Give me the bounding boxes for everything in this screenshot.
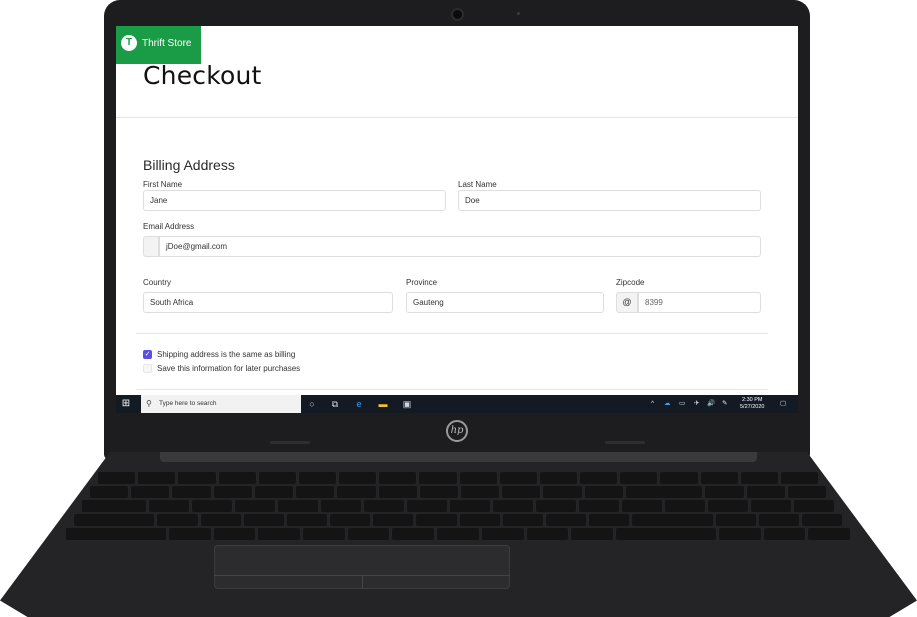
save-info-checkbox[interactable] [143, 364, 152, 373]
keyboard-row-1 [90, 486, 826, 498]
save-info-label: Save this information for later purchase… [157, 364, 301, 373]
keyboard-row-4 [66, 528, 851, 540]
email-field[interactable]: jDoe@gmail.com [159, 236, 761, 257]
onedrive-icon[interactable]: ☁ [664, 395, 671, 413]
clock-time: 2:30 PM [741, 397, 763, 403]
volume-icon[interactable]: 🔊 [707, 395, 715, 413]
zipcode-prefix: @ [616, 292, 638, 313]
last-name-field[interactable]: Doe [458, 190, 761, 211]
hp-logo: hp [446, 420, 468, 442]
header-divider [116, 117, 798, 118]
file-explorer-icon[interactable]: ▬ [376, 397, 390, 411]
keyboard-row-2 [82, 500, 834, 512]
first-name-field[interactable]: Jane [143, 190, 446, 211]
keyboard-row-3 [74, 514, 843, 526]
zipcode-label: Zipcode [616, 278, 645, 287]
first-name-label: First Name [143, 180, 183, 189]
windows-taskbar: ⊞ ⚲ Type here to search ○ ⧉ e ▬ ▣ ^ ☁ ▭ … [116, 395, 798, 413]
taskbar-search-placeholder: Type here to search [159, 400, 217, 407]
store-icon[interactable]: ▣ [400, 397, 414, 411]
windows-start-icon[interactable]: ⊞ [120, 398, 132, 410]
keyboard [58, 472, 858, 544]
province-select[interactable]: Gauteng [406, 292, 604, 313]
pen-icon[interactable]: ✎ [722, 395, 727, 413]
webcam [451, 8, 464, 21]
brand-logo-icon: T [121, 35, 137, 51]
check-icon[interactable]: ✓ [143, 350, 152, 359]
page-title: Checkout [143, 61, 262, 90]
same-address-label: Shipping address is the same as billing [157, 350, 296, 359]
same-address-option[interactable]: ✓ Shipping address is the same as billin… [143, 350, 295, 359]
hinge-left [270, 441, 310, 444]
clock-date: 5/27/2020 [740, 404, 765, 410]
taskbar-search-box[interactable]: ⚲ Type here to search [141, 395, 301, 413]
taskbar-clock[interactable]: 2:30 PM 5/27/2020 [740, 397, 764, 411]
bottom-divider [136, 389, 768, 390]
webcam-indicator [517, 12, 520, 15]
keyboard-row-fn [98, 472, 819, 484]
country-label: Country [143, 278, 172, 287]
notification-icon[interactable]: ▢ [780, 395, 786, 413]
brand-name: Thrift Store [142, 37, 192, 49]
billing-section-title: Billing Address [143, 157, 235, 173]
zipcode-field[interactable]: 8399 [638, 292, 761, 313]
screen: T Thrift Store Checkout Billing Address … [116, 26, 798, 413]
battery-icon[interactable]: ▭ [679, 395, 685, 413]
search-icon: ⚲ [146, 399, 152, 408]
save-info-option[interactable]: Save this information for later purchase… [143, 364, 300, 373]
email-addon [143, 236, 159, 257]
province-label: Province [406, 278, 438, 287]
brand-header[interactable]: T Thrift Store [116, 26, 201, 64]
laptop-hinge-bar [160, 452, 757, 462]
last-name-label: Last Name [458, 180, 497, 189]
form-divider [136, 333, 768, 334]
task-view-icon[interactable]: ⧉ [328, 397, 342, 411]
network-icon[interactable]: ✈ [694, 395, 699, 413]
email-label: Email Address [143, 222, 195, 231]
country-select[interactable]: South Africa [143, 292, 393, 313]
touchpad-button-split [362, 575, 363, 589]
cortana-icon[interactable]: ○ [305, 397, 319, 411]
show-hidden-icons-icon[interactable]: ^ [651, 395, 654, 413]
edge-icon[interactable]: e [352, 397, 366, 411]
hinge-right [605, 441, 645, 444]
